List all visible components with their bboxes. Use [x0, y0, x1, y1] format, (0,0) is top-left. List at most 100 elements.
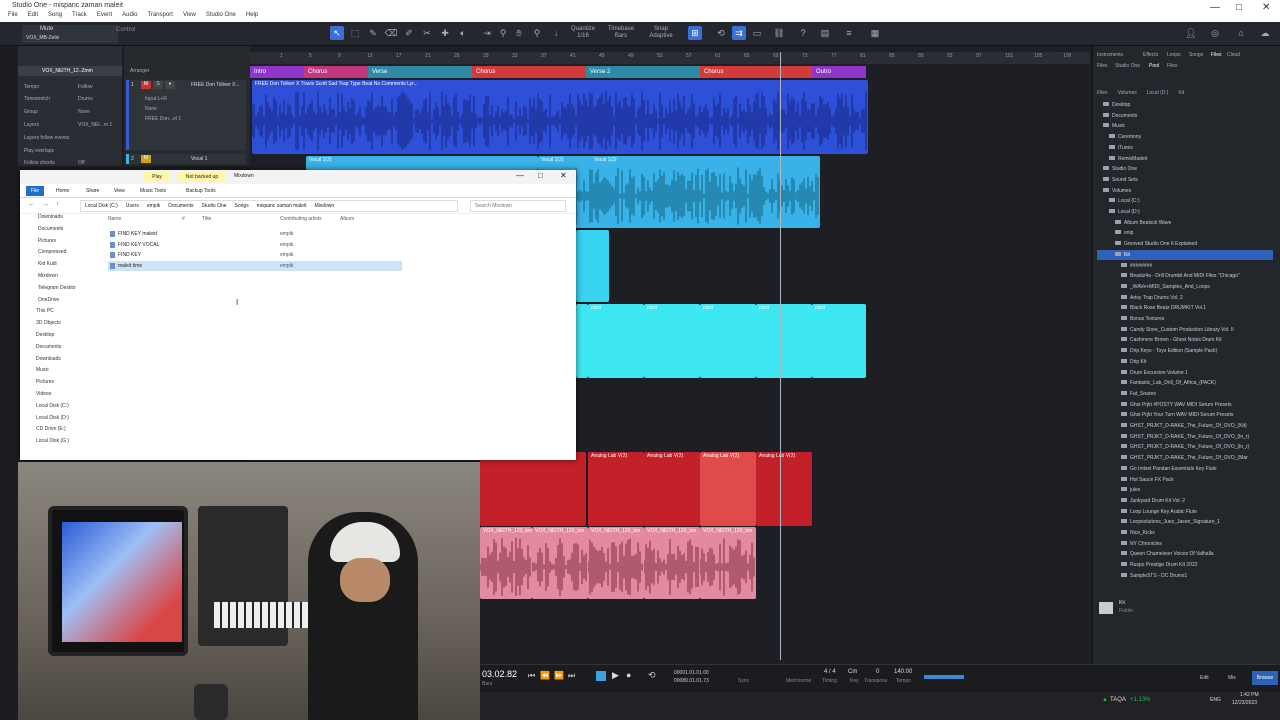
snap-grid-icon[interactable]: ⊞: [688, 26, 702, 40]
browser-tree-item[interactable]: GHST_PRJKT_D-RAKE_The_Future_Of_OVO_(Mar: [1097, 453, 1273, 463]
range-tool-icon[interactable]: ⬚: [348, 26, 362, 40]
audio-clip-vox[interactable]: VOX_NEITH_120_bm: [644, 527, 700, 599]
arranger-section[interactable]: Intro: [250, 66, 304, 78]
ribbon-tab-home[interactable]: Home: [56, 188, 69, 194]
browser-tree-item[interactable]: Studio One: [1097, 164, 1273, 174]
menu-transport[interactable]: Transport: [148, 12, 173, 18]
audio-clip-vox[interactable]: VOX_NEITH_120_bm: [588, 527, 644, 599]
track-instrument[interactable]: FREE Don...el 1: [145, 116, 181, 122]
browser-tree-item[interactable]: Grooved Studio One 6 Explained: [1097, 239, 1273, 249]
arranger-section[interactable]: Chorus: [472, 66, 586, 78]
browser-tree-item[interactable]: Bonus Textures: [1097, 314, 1273, 324]
arranger-section[interactable]: Verse 2: [586, 66, 700, 78]
tab-songs[interactable]: Songs: [1189, 52, 1203, 58]
file-row[interactable]: FIND KEY empik: [108, 250, 402, 260]
record-button[interactable]: ●: [165, 81, 175, 89]
browser-tree-item[interactable]: enip: [1097, 228, 1273, 238]
timeline-ruler[interactable]: 1 5 9 13 17 21 25 29 33 37 41 45 49 53 57 61 65 69 73 77 81 8…: [250, 52, 1129, 64]
nav-item[interactable]: Local Disk (C:): [36, 403, 69, 409]
back-icon[interactable]: ←: [28, 201, 35, 208]
arrow-tool-icon[interactable]: ↖: [330, 26, 344, 40]
midi-clip-cord[interactable]: cord: [756, 304, 812, 378]
home-icon[interactable]: ⌂: [1234, 26, 1248, 40]
browser-tree-item[interactable]: Fat_Snares: [1097, 389, 1273, 399]
path-segment[interactable]: mispanc zaman maleit: [257, 201, 307, 211]
solo-button[interactable]: S: [153, 81, 163, 89]
mute-tool-icon[interactable]: ✚: [438, 26, 452, 40]
paint-tool-icon[interactable]: ✐: [402, 26, 416, 40]
nav-item[interactable]: Compressed: [38, 249, 66, 255]
tab-instruments[interactable]: Instruments: [1097, 52, 1123, 58]
audio-clip-vox[interactable]: VOX_NEITH_120_bm: [700, 527, 756, 599]
nav-item[interactable]: Downloads: [38, 214, 63, 220]
tab-files[interactable]: Files: [1211, 52, 1222, 58]
midi-clip-cord[interactable]: [576, 304, 588, 378]
nav-item[interactable]: Pictures: [38, 238, 56, 244]
nav-item[interactable]: Documents: [38, 226, 63, 232]
listen-tool-icon[interactable]: ⚲: [530, 26, 544, 40]
file-row[interactable]: maleit time empik: [108, 260, 402, 271]
nav-item[interactable]: Pictures: [36, 379, 54, 385]
stock-ticker[interactable]: TAQA: [1110, 697, 1126, 703]
browser-tree-item[interactable]: Junkyard Drum Kit Vol. 2: [1097, 496, 1273, 506]
browser-tree-item[interactable]: Artsy Trap Drums Vol. 2: [1097, 293, 1273, 303]
help-icon[interactable]: ?: [796, 26, 810, 40]
clock-time[interactable]: 1:42 PM: [1240, 692, 1259, 698]
browser-tree-item[interactable]: Loopsolutions_Juez_Jason_Signature_1: [1097, 517, 1273, 527]
inspector-row-value[interactable]: Drums: [78, 96, 93, 102]
clock-date[interactable]: 12/23/2023: [1232, 700, 1257, 706]
breadcrumb-item[interactable]: Volumes: [1118, 90, 1137, 96]
browser-tree-item[interactable]: Ceremony: [1097, 132, 1273, 142]
nav-item[interactable]: Videos: [36, 391, 51, 397]
column-artists[interactable]: Contributing artists: [280, 216, 322, 222]
quantize-setting[interactable]: Quantize 1/16: [568, 26, 598, 40]
browser-tree-item[interactable]: Go Imtsel Pandan Essentials Key Flute: [1097, 464, 1273, 474]
inspector-track-header[interactable]: VOX_NEITH_12..Zmm: [18, 66, 122, 76]
nav-item[interactable]: Music: [36, 367, 49, 373]
nav-item[interactable]: CD Drive (E:): [36, 426, 66, 432]
browser-tree-item[interactable]: Cashmere Brown - Ghost Notes Drum Kit: [1097, 335, 1273, 345]
cloud-icon[interactable]: ☁︎: [1258, 26, 1272, 40]
eraser-tool-icon[interactable]: ⌫: [384, 26, 398, 40]
maximize-button[interactable]: □: [538, 171, 543, 180]
browser-tree-item[interactable]: Ghst Prjkt Your Turn WAV MIDI Serum Pres…: [1097, 410, 1273, 420]
audio-clip-beat[interactable]: FREE Don Toliver X Travis Scott Sad Trap…: [252, 80, 868, 154]
rewind-start-icon[interactable]: ⏮: [528, 671, 535, 681]
hand-tool-icon[interactable]: ✋︎: [512, 26, 526, 40]
browser-tree-item[interactable]: Fantastic_Lab_Drill_Of_Africa_(PACK): [1097, 378, 1273, 388]
track-input[interactable]: Input L+R: [145, 96, 167, 102]
close-button[interactable]: ✕: [560, 171, 567, 180]
audio-clip-vocal-small[interactable]: [576, 230, 609, 302]
browser-tree-item[interactable]: Nice_Kicks: [1097, 528, 1273, 538]
subtab-files-2[interactable]: Files: [1167, 63, 1178, 69]
menu-help[interactable]: Help: [246, 12, 258, 18]
midi-clip-cord[interactable]: cord: [700, 304, 756, 378]
minimize-button[interactable]: —: [1210, 2, 1220, 13]
browser-tree-item[interactable]: Drip Kit: [1097, 357, 1273, 367]
path-segment[interactable]: empik: [147, 201, 160, 211]
path-segment[interactable]: Local Disk (C:): [85, 201, 118, 211]
column-name[interactable]: Name: [108, 216, 121, 222]
loop-icon[interactable]: ⟲: [714, 26, 728, 40]
midi-clip-analog[interactable]: Analog Lab V(2): [644, 452, 700, 526]
forward-end-icon[interactable]: ⏭: [568, 671, 575, 681]
breadcrumb-item[interactable]: Local (D:): [1147, 90, 1169, 96]
autoscroll-icon[interactable]: ⇉: [732, 26, 746, 40]
record-icon[interactable]: ●: [626, 670, 631, 680]
path-segment[interactable]: Documents: [168, 201, 193, 211]
track-header[interactable]: 2 M Vocal 1: [126, 154, 246, 164]
ribbon-tab-music-tools[interactable]: Music Tools: [140, 188, 166, 194]
browser-tree-item[interactable]: Sound Sets: [1097, 175, 1273, 185]
subtab-pool[interactable]: Pool: [1149, 63, 1159, 69]
arranger-section[interactable]: Chorus: [700, 66, 812, 78]
path-segment[interactable]: Mixdown: [314, 201, 334, 211]
ribbon-tab-file[interactable]: File: [26, 186, 44, 196]
tab-effects[interactable]: Effects: [1143, 52, 1158, 58]
browser-tree-item[interactable]: jules: [1097, 485, 1273, 495]
track-name[interactable]: FREE Don Toliver X...: [191, 82, 247, 88]
midi-clip-cord[interactable]: cord: [588, 304, 644, 378]
browser-tree-item[interactable]: Album Beatsck Wave: [1097, 218, 1273, 228]
browser-tree-item[interactable]: ########: [1097, 261, 1273, 271]
browser-tree-item[interactable]: Black Rose Beatz DRUMKIT Vol.1: [1097, 303, 1273, 313]
network-icon[interactable]: ◎: [1208, 26, 1222, 40]
